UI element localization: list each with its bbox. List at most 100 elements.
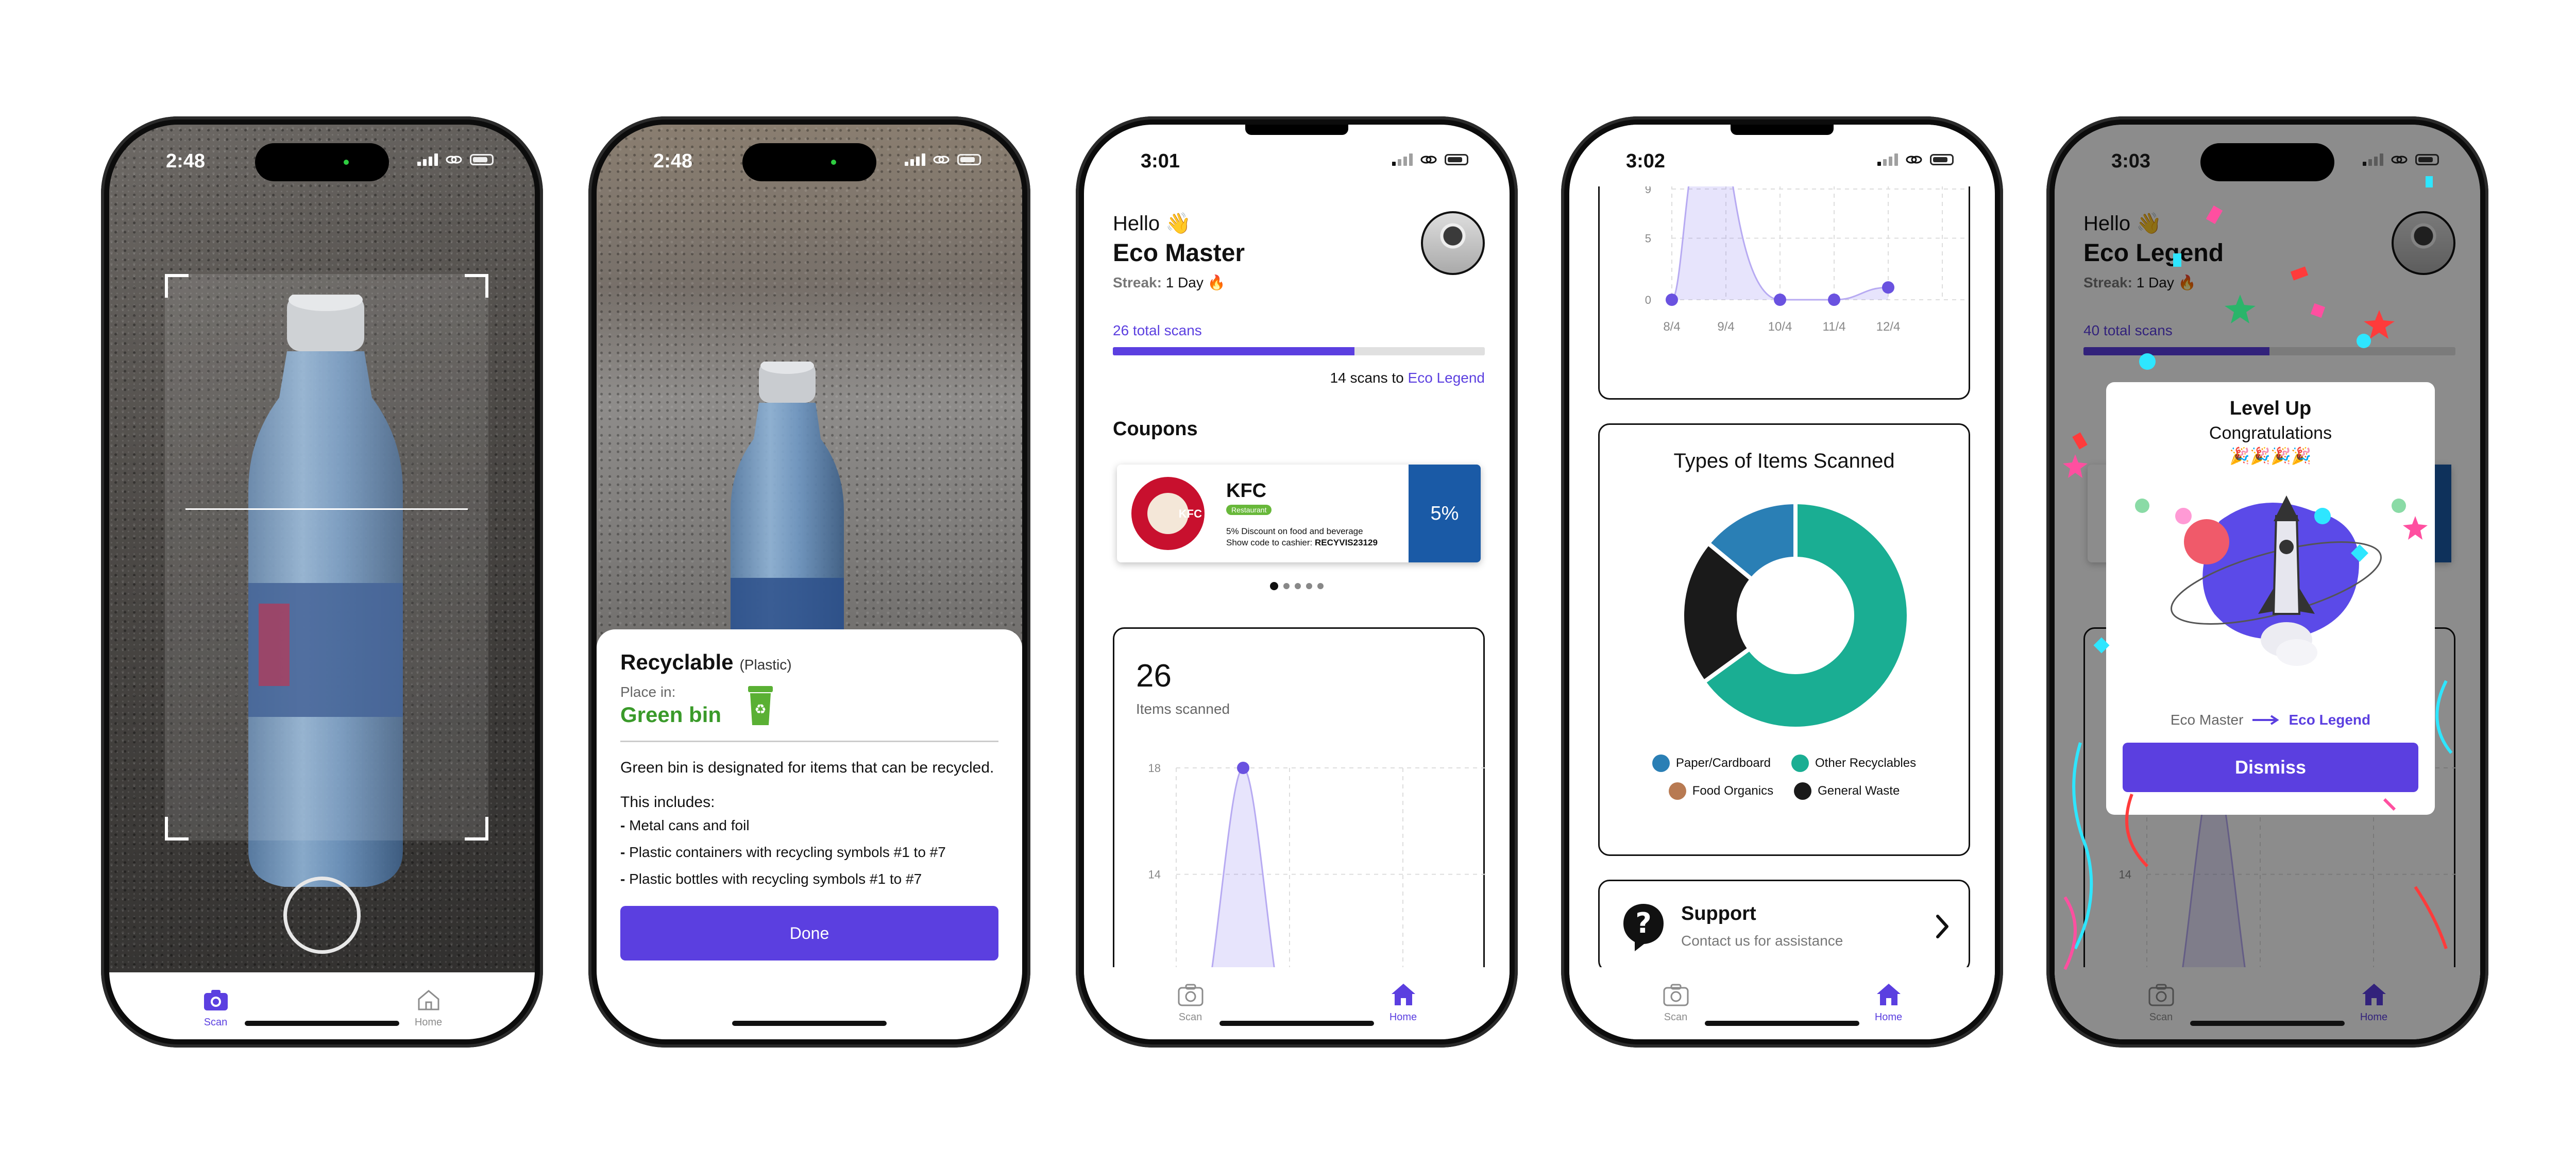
recycle-bin-icon: ♻ xyxy=(748,686,773,725)
scan-screen: 2:48 Scan Home xyxy=(109,125,535,1039)
legend-label: General Waste xyxy=(1818,784,1900,798)
includes-label: This includes: xyxy=(620,794,715,811)
tab-home[interactable]: Home xyxy=(322,972,535,1039)
coupon-discount: 5% xyxy=(1409,465,1481,562)
items-label: Items scanned xyxy=(1136,701,1230,717)
coupon-card[interactable]: KFC KFC Restaurant 5% Discount on food a… xyxy=(1117,465,1481,562)
scan-history-chart: 0598/4 9/4 10/4 11/4 12/4 xyxy=(1645,161,1969,334)
tab-bar: Scan Home xyxy=(1569,967,1995,1039)
modal-subtitle: Congratulations xyxy=(2209,423,2332,443)
status-time: 3:01 xyxy=(1141,150,1180,172)
avatar[interactable] xyxy=(1421,211,1485,275)
coupon-line2: Show code to cashier: RECYVIS23129 xyxy=(1226,538,1378,547)
dismiss-button[interactable]: Dismiss xyxy=(2123,743,2418,792)
legend-item: Paper/Cardboard xyxy=(1652,755,1771,772)
status-time: 2:48 xyxy=(653,150,693,172)
signal-icon xyxy=(1392,153,1413,166)
pie-title: Types of Items Scanned xyxy=(1673,450,1895,472)
tab-scan-label: Scan xyxy=(1664,1011,1688,1023)
signal-icon xyxy=(905,153,925,166)
battery-icon xyxy=(957,154,981,165)
coupon-pager[interactable] xyxy=(1084,582,1510,590)
shutter-button[interactable] xyxy=(283,877,361,954)
phone-stats: 3:02 0 5 9 8/4 9/4 10/4 11/4 12/4 Types of Item… xyxy=(1561,116,2003,1048)
coupons-title: Coupons xyxy=(1113,418,1198,440)
svg-text:♻: ♻ xyxy=(754,702,766,717)
items-type-donut xyxy=(1680,500,1911,731)
stats-screen: 3:02 0 5 9 8/4 9/4 10/4 11/4 12/4 Types of Item… xyxy=(1569,125,1995,1039)
tab-scan[interactable]: Scan xyxy=(109,972,322,1039)
y-tick-label: 14 xyxy=(1148,868,1161,881)
tab-scan[interactable]: Scan xyxy=(1084,967,1297,1039)
status-time: 2:48 xyxy=(166,150,206,172)
pie-legend: Paper/Cardboard Other Recyclables Food Org… xyxy=(1620,755,1948,800)
home-indicator xyxy=(245,1021,399,1026)
legend-label: Paper/Cardboard xyxy=(1675,756,1771,770)
kfc-logo: KFC xyxy=(1131,477,1205,550)
camera-icon xyxy=(1663,984,1688,1006)
legend-item: General Waste xyxy=(1794,782,1900,800)
x-tick-label: 10/4 xyxy=(1768,320,1792,334)
tab-scan[interactable]: Scan xyxy=(1569,967,1782,1039)
battery-icon xyxy=(1930,154,1954,165)
phone-levelup: 3:03 Hello 👋 Eco Legend Streak: 1 Day 🔥 … xyxy=(2046,116,2488,1048)
data-point xyxy=(1666,294,1678,306)
level-transition: Eco Master Eco Legend xyxy=(2106,712,2435,728)
tab-home-label: Home xyxy=(1874,1011,1903,1023)
scan-frame xyxy=(165,274,488,841)
done-button[interactable]: Done xyxy=(620,906,998,961)
tab-home-label: Home xyxy=(414,1017,443,1028)
levelup-screen: 3:03 Hello 👋 Eco Legend Streak: 1 Day 🔥 … xyxy=(2055,125,2480,1039)
dynamic-island xyxy=(255,143,389,181)
legend-label: Other Recyclables xyxy=(1815,756,1917,770)
home-indicator xyxy=(732,1021,887,1026)
from-level: Eco Master xyxy=(2170,712,2244,728)
phone-scan: 2:48 Scan Home xyxy=(101,116,543,1048)
streak: Streak: 1 Day 🔥 xyxy=(1113,275,1226,290)
items-scanned-card: 0 5 9 8/4 9/4 10/4 11/4 12/4 xyxy=(1598,161,1970,400)
to-level: Eco Legend xyxy=(2289,712,2371,728)
legend-swatch xyxy=(1791,755,1809,772)
home-indicator xyxy=(1219,1021,1374,1026)
include-list: - Metal cans and foil - Plastic containe… xyxy=(620,817,998,887)
divider xyxy=(620,741,998,742)
level-progress xyxy=(1113,347,1485,355)
x-tick-label: 12/4 xyxy=(1876,320,1901,334)
list-item: - Plastic bottles with recycling symbols… xyxy=(620,871,922,887)
status-time: 3:02 xyxy=(1626,150,1666,172)
tab-scan-label: Scan xyxy=(204,1017,228,1028)
legend-label: Food Organics xyxy=(1692,784,1774,798)
signal-icon xyxy=(2363,153,2383,166)
support-title: Support xyxy=(1681,903,1756,924)
coupon-line1: 5% Discount on food and beverage xyxy=(1226,526,1363,536)
arrow-right-icon xyxy=(2252,715,2280,725)
support-card[interactable]: ? Support Contact us for assistance xyxy=(1598,880,1970,972)
y-tick-label: 5 xyxy=(1645,232,1651,245)
list-item: - Plastic containers with recycling symb… xyxy=(620,844,946,860)
signal-icon xyxy=(417,153,438,166)
tab-scan-label: Scan xyxy=(1178,1011,1202,1023)
link-icon xyxy=(2391,156,2408,164)
place-label: Place in: xyxy=(620,684,676,700)
level-up-modal: Level Up Congratulations 🎉🎉🎉🎉 Eco Master… xyxy=(2106,382,2435,815)
result-screen: 2:48 Recyclable (Plastic) Place in: Gree… xyxy=(597,125,1022,1039)
items-count: 26 xyxy=(1136,658,1172,694)
link-icon xyxy=(933,156,950,164)
tab-home[interactable]: Home xyxy=(1782,967,1995,1039)
tab-bar: Scan Home xyxy=(1084,967,1510,1039)
tab-bar: Scan Home xyxy=(109,972,535,1039)
home-indicator xyxy=(2190,1021,2345,1026)
modal-emojis: 🎉🎉🎉🎉 xyxy=(2229,447,2312,465)
user-level-name: Eco Master xyxy=(1113,239,1245,267)
home-icon xyxy=(418,990,439,1010)
tab-home[interactable]: Home xyxy=(1297,967,1510,1039)
list-item: - Metal cans and foil xyxy=(620,817,750,833)
modal-title: Level Up xyxy=(2229,398,2312,419)
rocket-illustration xyxy=(2171,495,2382,666)
phone-result: 2:48 Recyclable (Plastic) Place in: Gree… xyxy=(588,116,1030,1048)
dynamic-island xyxy=(1245,125,1348,135)
x-tick-label: 8/4 xyxy=(1663,320,1680,334)
dynamic-island xyxy=(742,143,876,181)
items-type-card: Types of Items Scanned Paper/Cardboard Ot… xyxy=(1598,423,1970,856)
bin-name: Green bin xyxy=(620,702,722,727)
